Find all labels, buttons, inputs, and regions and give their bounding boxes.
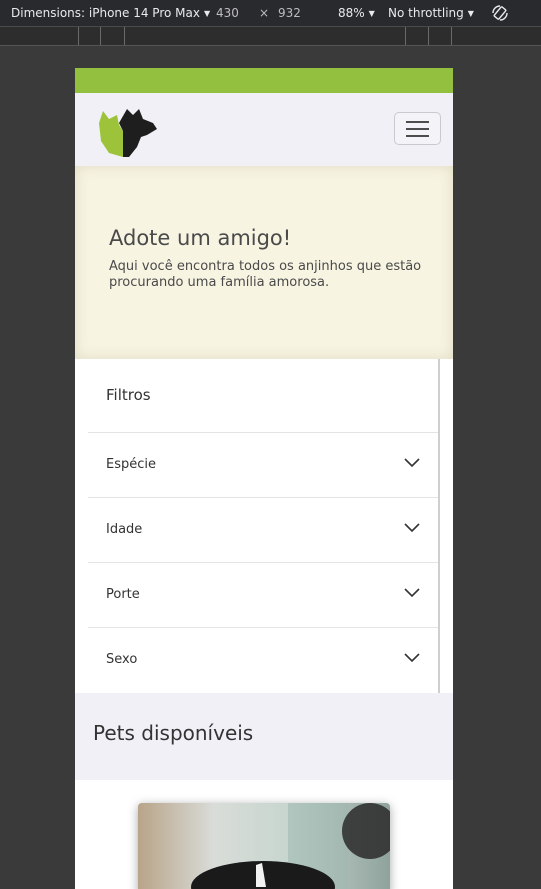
filter-porte[interactable]: Porte [88,563,438,628]
caret-down-icon: ▼ [368,9,375,18]
dimensions-label: Dimensions: iPhone 14 Pro Max [11,6,200,20]
chevron-down-icon [404,523,420,533]
throttle-label: No throttling [388,6,464,20]
zoom-label: 88% [338,6,365,20]
filter-label: Espécie [106,457,156,472]
caret-down-icon: ▼ [467,9,474,18]
width-input[interactable]: 430 [216,6,239,20]
filter-idade[interactable]: Idade [88,498,438,563]
devtools-device-toolbar: Dimensions: iPhone 14 Pro Max ▼ 430 × 932… [0,0,541,27]
rotate-icon[interactable] [491,4,509,22]
top-accent-bar [75,68,453,93]
height-input[interactable]: 932 [278,6,301,20]
media-query-ruler [0,27,541,46]
chevron-down-icon [404,653,420,663]
pet-photo-image [138,803,390,889]
pets-section-header: Pets disponíveis [75,693,453,780]
zoom-dropdown[interactable]: 88% ▼ [338,6,375,20]
pet-photo[interactable] [138,803,390,889]
pets-title: Pets disponíveis [93,721,254,745]
chevron-down-icon [404,588,420,598]
filter-especie[interactable]: Espécie [88,433,438,498]
caret-down-icon: ▼ [203,9,211,18]
menu-button[interactable] [394,112,441,145]
navbar [75,93,453,166]
hero-title: Adote um amigo! [109,226,292,250]
times-label: × [259,6,270,20]
filters-title: Filtros [88,359,438,433]
logo-cat-dog[interactable] [95,101,159,159]
hero-subtitle: Aqui você encontra todos os anjinhos que… [109,259,422,290]
filter-label: Porte [106,587,140,602]
filter-label: Sexo [106,652,138,667]
hero-banner: Adote um amigo! Aqui você encontra todos… [75,166,453,359]
throttle-dropdown[interactable]: No throttling ▼ [388,6,474,20]
filter-label: Idade [106,522,143,537]
filter-sexo[interactable]: Sexo [88,628,438,693]
chevron-down-icon [404,458,420,468]
device-viewport: Adote um amigo! Aqui você encontra todos… [75,68,453,889]
filters-panel: Filtros Espécie Idade Porte Sexo [88,359,440,693]
dimensions-dropdown[interactable]: Dimensions: iPhone 14 Pro Max ▼ [11,6,210,20]
